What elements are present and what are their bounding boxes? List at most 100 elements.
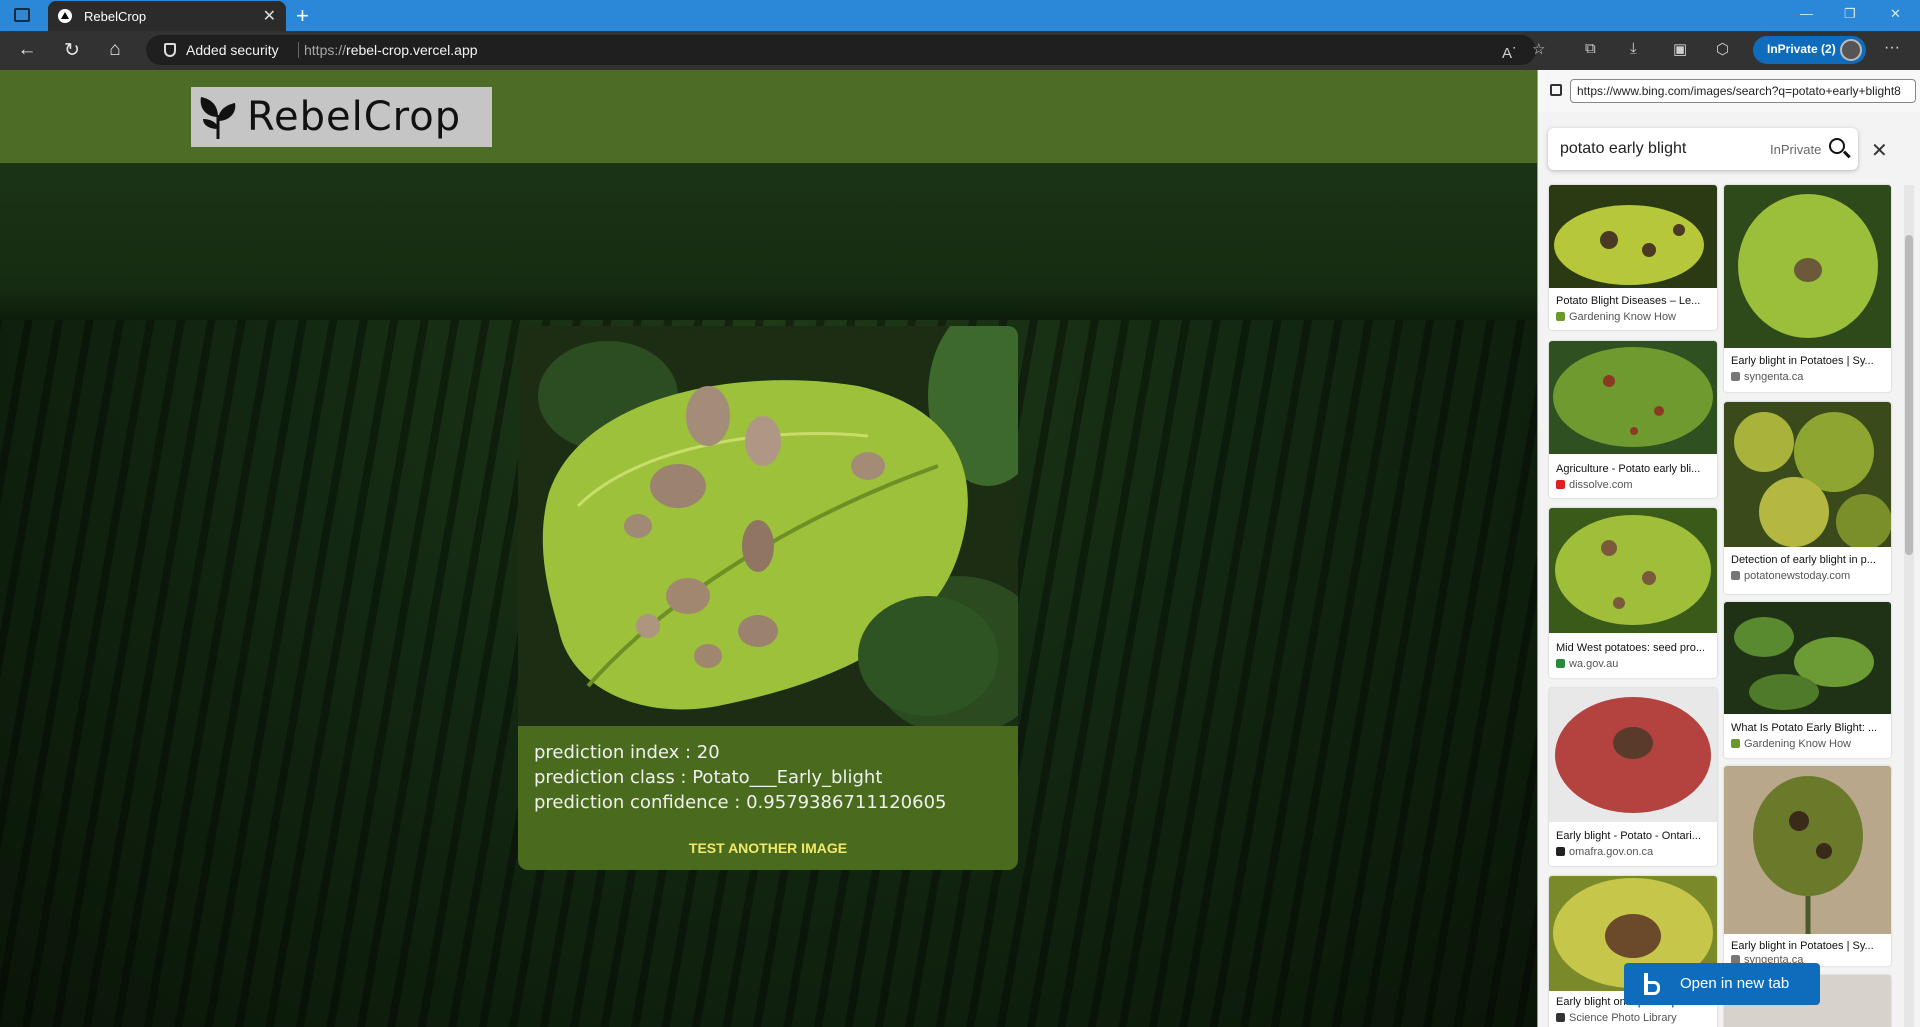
inprivate-button[interactable]: InPrivate (2): [1753, 36, 1866, 64]
side-panel-address-bar: https://www.bing.com/images/search?q=pot…: [1538, 70, 1920, 112]
refresh-icon[interactable]: ↻: [61, 39, 83, 62]
screenshot-icon[interactable]: ▣: [1673, 40, 1687, 58]
result-source: Science Photo Library: [1556, 1012, 1677, 1024]
result-title: Agriculture - Potato early bli...: [1556, 463, 1701, 475]
read-aloud-icon[interactable]: Aᐝ: [1502, 44, 1516, 62]
image-result[interactable]: Early blight - Potato - Ontari... omafra…: [1549, 688, 1717, 866]
result-source: syngenta.ca: [1731, 371, 1803, 383]
test-another-image-button[interactable]: TEST ANOTHER IMAGE: [518, 840, 1018, 856]
source-icon: [1731, 739, 1740, 748]
search-input[interactable]: potato early blight: [1560, 140, 1686, 158]
result-source-label: Gardening Know How: [1744, 738, 1852, 750]
source-icon: [1556, 480, 1565, 489]
uploaded-leaf-image: [518, 326, 1018, 726]
tab-title: RebelCrop: [84, 9, 147, 24]
source-icon: [1556, 659, 1565, 668]
rebelcrop-page: RebelCrop prediction index : 20 predicti…: [0, 70, 1537, 1027]
home-icon[interactable]: ⌂: [104, 39, 126, 61]
scroll-thumb[interactable]: [1905, 235, 1913, 555]
result-title: Early blight - Potato - Ontari...: [1556, 830, 1701, 842]
close-window-icon[interactable]: ✕: [1890, 6, 1901, 22]
source-icon: [1556, 312, 1565, 321]
result-image: [1549, 341, 1717, 454]
inprivate-label: InPrivate (2): [1767, 42, 1836, 56]
result-source: dissolve.com: [1556, 479, 1633, 491]
restore-icon[interactable]: ❐: [1844, 6, 1856, 22]
new-tab-icon[interactable]: +: [296, 3, 309, 29]
open-in-new-tab-label: Open in new tab: [1680, 975, 1790, 992]
favorites-icon[interactable]: ☆: [1532, 40, 1545, 58]
image-result[interactable]: Agriculture - Potato early bli... dissol…: [1549, 341, 1717, 498]
avatar: [1840, 39, 1862, 61]
inprivate-tag: InPrivate: [1770, 142, 1822, 157]
security-label: Added security: [186, 42, 279, 58]
tab-actions-icon[interactable]: [14, 8, 30, 22]
result-source: Gardening Know How: [1731, 738, 1851, 750]
image-result[interactable]: Mid West potatoes: seed pro... wa.gov.au: [1549, 508, 1717, 678]
search-icon[interactable]: [1829, 138, 1845, 154]
collections-icon[interactable]: ⧉: [1585, 40, 1596, 57]
result-source-label: omafra.gov.on.ca: [1569, 846, 1654, 858]
navigation-bar: ← ↻ ⌂ Added security https://rebel-crop.…: [0, 31, 1920, 70]
result-source-label: Gardening Know How: [1569, 311, 1677, 323]
result-image: [1549, 508, 1717, 633]
result-image: [1724, 766, 1891, 934]
bing-side-panel: https://www.bing.com/images/search?q=pot…: [1537, 70, 1920, 1027]
back-icon[interactable]: ←: [16, 39, 38, 61]
bing-icon: [1644, 973, 1660, 995]
url-host: rebel-crop.vercel.app: [346, 42, 478, 58]
result-source-label: wa.gov.au: [1569, 658, 1619, 670]
vercel-favicon-icon: [58, 9, 72, 23]
open-in-new-tab-button[interactable]: Open in new tab: [1624, 963, 1820, 1005]
result-image: [1549, 185, 1717, 288]
brand-name: RebelCrop: [247, 94, 462, 140]
image-result[interactable]: Early blight in Potatoes | Sy... syngent…: [1724, 766, 1891, 966]
scrollbar[interactable]: [1904, 185, 1914, 1027]
shield-icon: [164, 43, 176, 57]
result-title: Detection of early blight in p...: [1731, 554, 1876, 566]
tab-close-icon[interactable]: ✕: [263, 6, 276, 26]
lock-icon: [1550, 84, 1562, 96]
search-box[interactable]: potato early blight InPrivate: [1548, 128, 1858, 170]
result-source-label: Science Photo Library: [1569, 1012, 1677, 1024]
source-icon: [1731, 372, 1740, 381]
result-source-label: syngenta.ca: [1744, 371, 1804, 383]
result-source: Gardening Know How: [1556, 311, 1676, 323]
result-source-label: potatonewstoday.com: [1744, 570, 1851, 582]
title-bar: RebelCrop ✕ + — ❐ ✕: [0, 0, 1920, 31]
tab-rebelcrop[interactable]: RebelCrop ✕: [48, 1, 286, 31]
prediction-card: prediction index : 20 prediction class :…: [518, 326, 1018, 870]
url-text[interactable]: https://rebel-crop.vercel.app: [304, 42, 478, 58]
rebelcrop-logo[interactable]: RebelCrop: [191, 87, 492, 147]
side-panel-url[interactable]: https://www.bing.com/images/search?q=pot…: [1570, 79, 1916, 103]
site-header: RebelCrop: [0, 70, 1537, 163]
prediction-confidence: prediction confidence : 0.95793867111206…: [534, 792, 947, 813]
close-panel-icon[interactable]: ✕: [1871, 138, 1888, 163]
result-title: Early blight in Potatoes | Sy...: [1731, 355, 1874, 367]
sprout-icon: [200, 97, 236, 139]
address-bar[interactable]: Added security https://rebel-crop.vercel…: [146, 35, 1536, 65]
result-title: Potato Blight Diseases – Le...: [1556, 295, 1701, 307]
source-icon: [1556, 1013, 1565, 1022]
result-title: What Is Potato Early Blight: ...: [1731, 722, 1878, 734]
image-result[interactable]: Potato Blight Diseases – Le... Gardening…: [1549, 185, 1717, 330]
result-source: potatonewstoday.com: [1731, 570, 1850, 582]
result-source: wa.gov.au: [1556, 658, 1618, 670]
url-prefix: https://: [304, 42, 347, 58]
source-icon: [1731, 571, 1740, 580]
more-icon[interactable]: ···: [1884, 39, 1900, 57]
result-image: [1724, 402, 1891, 547]
field-sky-band: [0, 160, 1537, 320]
minimize-icon[interactable]: —: [1800, 6, 1813, 21]
extensions-icon[interactable]: ⬡: [1716, 40, 1729, 58]
image-result[interactable]: What Is Potato Early Blight: ... Gardeni…: [1724, 602, 1891, 758]
image-result[interactable]: Early blight in Potatoes | Sy... syngent…: [1724, 185, 1891, 392]
result-title: Early blight in Potatoes | Sy...: [1731, 940, 1874, 952]
result-image: [1724, 602, 1891, 714]
result-image: [1549, 688, 1717, 822]
downloads-icon[interactable]: ⤓: [1630, 40, 1637, 57]
source-icon: [1556, 847, 1565, 856]
result-image: [1724, 185, 1891, 348]
image-result[interactable]: Detection of early blight in p... potato…: [1724, 402, 1891, 594]
result-title: Mid West potatoes: seed pro...: [1556, 642, 1705, 654]
